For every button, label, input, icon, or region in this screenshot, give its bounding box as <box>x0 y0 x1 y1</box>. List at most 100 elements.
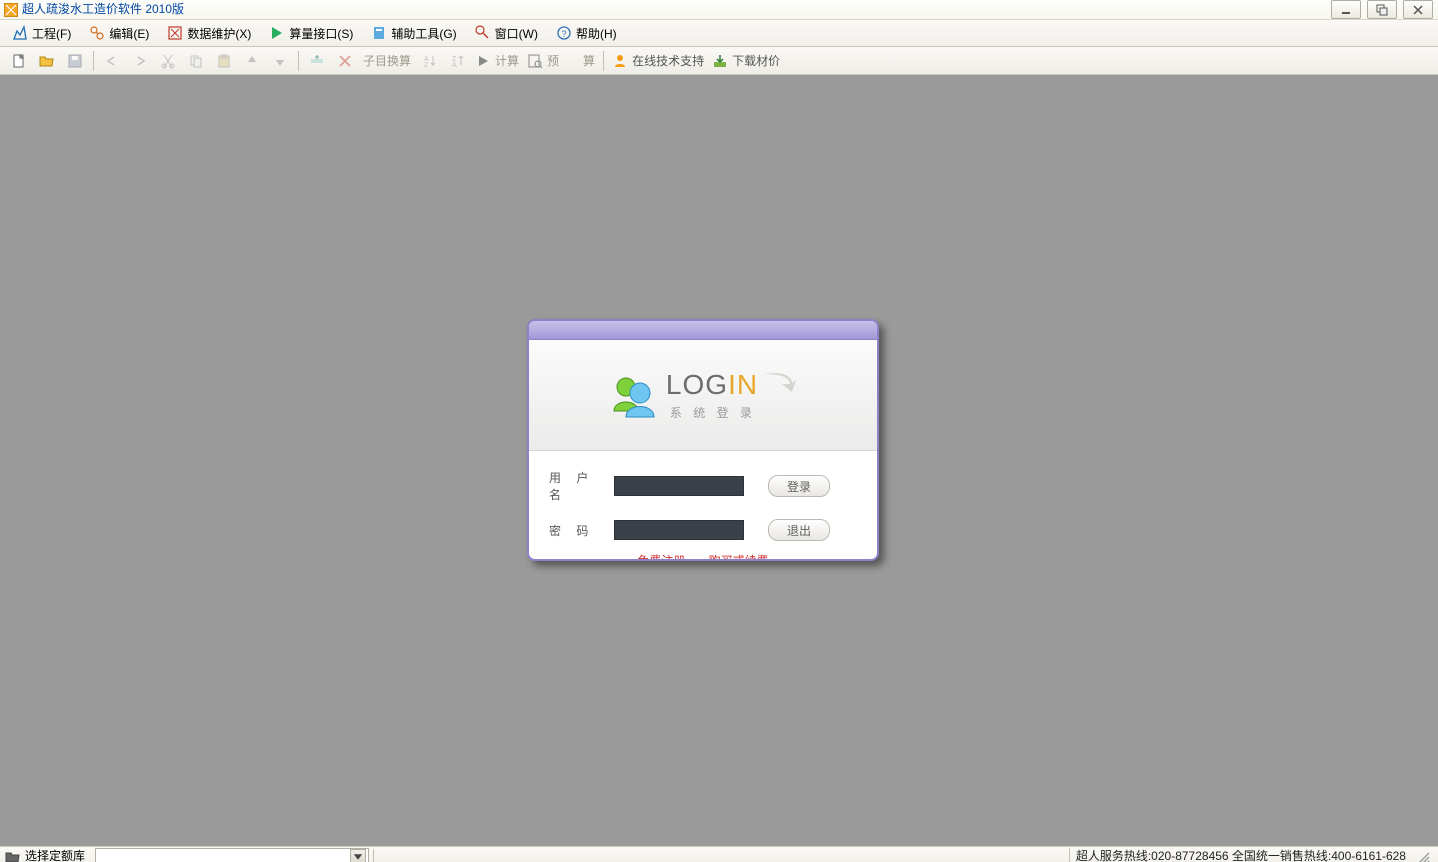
menu-edit[interactable]: 编辑(E) <box>82 22 156 45</box>
move-down-button <box>266 50 294 72</box>
sort-asc-icon: AZ <box>421 53 437 69</box>
purchase-renew-link[interactable]: 购买或续费 <box>709 554 769 561</box>
delete-row-icon <box>337 53 353 69</box>
resize-grip-icon[interactable] <box>1416 850 1430 862</box>
subitem-label: 子目换算 <box>363 52 411 69</box>
calculate-button: 计算 <box>471 50 523 72</box>
menu-window[interactable]: 窗口(W) <box>468 22 545 45</box>
svg-text:Z: Z <box>424 62 429 69</box>
toolbar: 子目换算 AZ ZA 计算 预 算 在线技术支持 下载材价 <box>0 47 1438 75</box>
window-icon <box>475 25 491 41</box>
status-bar: 选择定额库 超人服务热线:020-87728456 全国统一销售热线:400-6… <box>0 846 1438 862</box>
username-input[interactable] <box>614 476 744 496</box>
logo-log: LOG <box>666 369 728 401</box>
insert-button <box>303 50 331 72</box>
login-logo-text: LOG IN 系 统 登 录 <box>666 369 798 421</box>
login-logo-area: LOG IN 系 统 登 录 <box>529 340 877 451</box>
open-folder-icon <box>39 53 55 69</box>
password-input[interactable] <box>614 520 744 540</box>
download-price-label: 下载材价 <box>732 52 780 69</box>
password-label: 密 码 <box>549 522 614 539</box>
tools-icon <box>371 25 387 41</box>
logo-arrow-icon <box>762 372 798 397</box>
menu-project-label: 工程(F) <box>32 25 71 42</box>
move-up-button <box>238 50 266 72</box>
undo-button <box>98 50 126 72</box>
menu-quantity[interactable]: 算量接口(S) <box>262 22 360 45</box>
cut-button <box>154 50 182 72</box>
library-select[interactable] <box>95 848 369 862</box>
menu-data[interactable]: 数据维护(X) <box>160 22 258 45</box>
free-register-link[interactable]: 免费注册 <box>637 554 685 561</box>
close-button[interactable] <box>1403 0 1433 19</box>
copy-icon <box>188 53 204 69</box>
maximize-button[interactable] <box>1367 0 1397 19</box>
copy-button <box>182 50 210 72</box>
chevron-down-icon <box>350 849 366 862</box>
hotline-text: 超人服务热线:020-87728456 全国统一销售热线:400-6161-62… <box>1069 848 1412 862</box>
menu-tools-label: 辅助工具(G) <box>391 25 456 42</box>
edit-icon <box>89 25 105 41</box>
exit-button[interactable]: 退出 <box>768 519 830 541</box>
library-folder-icon <box>5 849 21 862</box>
app-title: 超人疏浚水工造价软件 2010版 <box>22 0 184 19</box>
login-button[interactable]: 登录 <box>768 475 830 497</box>
menu-help[interactable]: ? 帮助(H) <box>549 22 624 45</box>
menu-window-label: 窗口(W) <box>495 25 538 42</box>
sort-desc-icon: ZA <box>449 53 465 69</box>
arrow-up-icon <box>244 53 260 69</box>
login-form: 用 户 名 登录 密 码 退出 免费注册 购买或续费 <box>529 451 877 561</box>
paste-icon <box>216 53 232 69</box>
preview-icon <box>527 53 543 69</box>
support-person-icon <box>612 53 628 69</box>
save-button <box>61 50 89 72</box>
menu-data-label: 数据维护(X) <box>187 25 251 42</box>
new-file-icon <box>11 53 27 69</box>
online-support-button[interactable]: 在线技术支持 <box>608 50 708 72</box>
menu-bar: 工程(F) 编辑(E) 数据维护(X) 算量接口(S) 辅助工具(G) 窗口(W… <box>0 20 1438 47</box>
insert-row-icon <box>309 53 325 69</box>
svg-text:?: ? <box>561 29 566 39</box>
save-icon <box>67 53 83 69</box>
online-support-label: 在线技术支持 <box>632 52 704 69</box>
help-icon: ? <box>556 25 572 41</box>
separator <box>298 51 299 71</box>
undo-icon <box>104 53 120 69</box>
menu-edit-label: 编辑(E) <box>109 25 149 42</box>
menu-tools[interactable]: 辅助工具(G) <box>364 22 463 45</box>
login-dialog-header[interactable] <box>529 321 877 340</box>
new-file-button[interactable] <box>5 50 33 72</box>
calc-label: 计算 <box>495 52 519 69</box>
calc2-label: 算 <box>583 52 595 69</box>
download-price-button[interactable]: 下载材价 <box>708 50 784 72</box>
username-label: 用 户 名 <box>549 469 614 503</box>
library-label: 选择定额库 <box>25 847 85 862</box>
subitem-convert-button: 子目换算 <box>359 50 415 72</box>
arrow-down-icon <box>272 53 288 69</box>
svg-text:A: A <box>452 62 457 69</box>
quantity-icon <box>269 25 285 41</box>
menu-quantity-label: 算量接口(S) <box>289 25 353 42</box>
redo-icon <box>132 53 148 69</box>
window-controls <box>1331 0 1433 19</box>
sort-desc-button: ZA <box>443 50 471 72</box>
separator <box>93 51 94 71</box>
menu-help-label: 帮助(H) <box>576 25 617 42</box>
title-bar: 超人疏浚水工造价软件 2010版 <box>0 0 1438 20</box>
separator <box>373 849 374 862</box>
app-icon <box>4 3 18 17</box>
logo-subtitle: 系 统 登 录 <box>670 404 756 421</box>
menu-project[interactable]: 工程(F) <box>5 22 78 45</box>
redo-button <box>126 50 154 72</box>
minimize-button[interactable] <box>1331 0 1361 19</box>
sort-asc-button: AZ <box>415 50 443 72</box>
open-file-button[interactable] <box>33 50 61 72</box>
project-icon <box>12 25 28 41</box>
separator <box>603 51 604 71</box>
download-icon <box>712 53 728 69</box>
paste-button <box>210 50 238 72</box>
workspace: LOG IN 系 统 登 录 用 户 名 登录 密 码 退出 <box>0 75 1438 846</box>
preview-label: 预 <box>547 52 559 69</box>
login-dialog: LOG IN 系 统 登 录 用 户 名 登录 密 码 退出 <box>527 319 879 561</box>
play-icon <box>475 53 491 69</box>
